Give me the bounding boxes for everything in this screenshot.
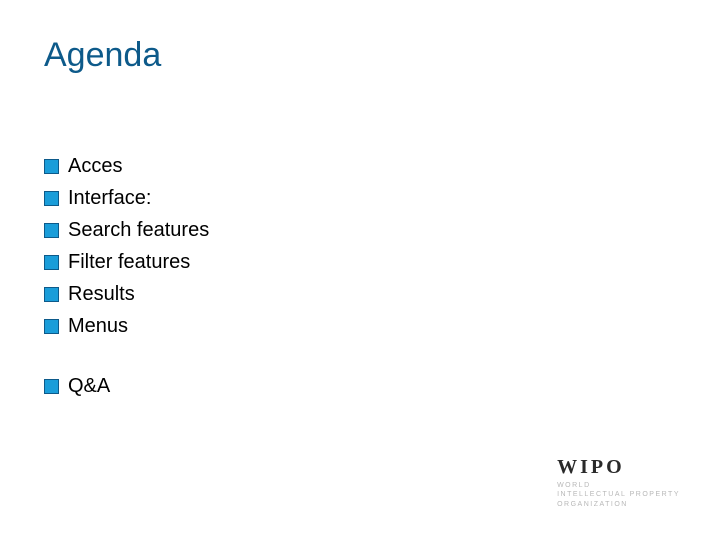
list-item-label: Interface: (68, 184, 151, 213)
tagline-line: ORGANIZATION (557, 501, 628, 508)
wipo-logo: WIPO (557, 456, 680, 479)
square-bullet-icon (44, 379, 59, 394)
square-bullet-icon (44, 159, 59, 174)
list-item-label: Results (68, 280, 135, 309)
list-item: Q&A (44, 372, 209, 401)
slide-title: Agenda (44, 36, 161, 75)
square-bullet-icon (44, 319, 59, 334)
list-item: Results (44, 280, 209, 309)
list-item-label: Q&A (68, 372, 110, 401)
list-item: Acces (44, 152, 209, 181)
tagline-line: WORLD (557, 482, 591, 489)
list-item-label: Menus (68, 312, 128, 341)
square-bullet-icon (44, 255, 59, 270)
list-item: Menus (44, 312, 209, 341)
footer-logo-block: WIPO WORLD INTELLECTUAL PROPERTY ORGANIZ… (557, 456, 680, 510)
agenda-list: Acces Interface: Search features Filter … (44, 152, 209, 404)
list-item: Search features (44, 216, 209, 245)
square-bullet-icon (44, 287, 59, 302)
square-bullet-icon (44, 223, 59, 238)
wipo-tagline: WORLD INTELLECTUAL PROPERTY ORGANIZATION (557, 481, 680, 510)
tagline-line: INTELLECTUAL PROPERTY (557, 491, 680, 498)
list-item-label: Acces (68, 152, 122, 181)
list-item: Interface: (44, 184, 209, 213)
list-item-label: Filter features (68, 248, 190, 277)
square-bullet-icon (44, 191, 59, 206)
list-item-label: Search features (68, 216, 209, 245)
list-item: Filter features (44, 248, 209, 277)
